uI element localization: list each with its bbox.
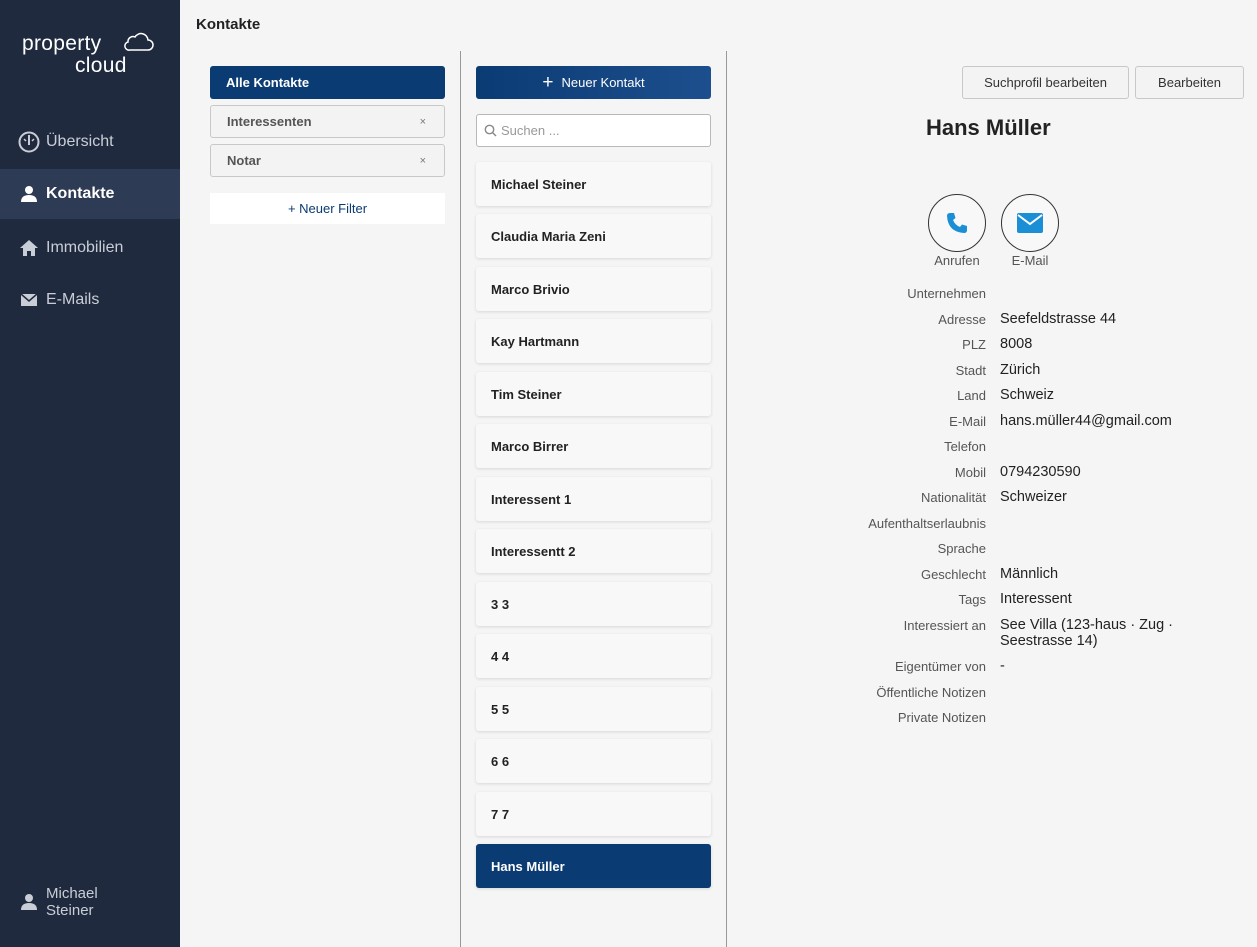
contact-name: Hans Müller — [926, 115, 1051, 140]
nav-label: E-Mails — [46, 291, 100, 308]
field-key: Eigentümer von — [894, 659, 986, 674]
field-value: Männlich — [1000, 566, 1059, 582]
field-key: Interessiert an — [903, 618, 986, 633]
field-key: Geschlecht — [920, 567, 986, 582]
contact-list-item[interactable]: 6 6 — [476, 739, 711, 783]
new-contact-button[interactable]: + Neuer Kontakt — [476, 66, 711, 99]
field-key: Private Notizen — [897, 710, 986, 725]
field-key: Sprache — [937, 541, 986, 556]
field-key: Mobil — [954, 465, 986, 480]
sidebar: property cloud Übersicht Kontakte Immobi… — [0, 0, 180, 947]
contact-list-item[interactable]: 7 7 — [476, 792, 711, 836]
field-key: E-Mail — [949, 414, 986, 429]
field-key: Land — [957, 388, 986, 403]
edit-search-profile-button[interactable]: Suchprofil bearbeiten — [962, 66, 1129, 99]
logo[interactable]: property cloud — [22, 30, 162, 78]
contact-list-item[interactable]: Interessentt 2 — [476, 529, 711, 573]
call-action[interactable]: Anrufen — [928, 194, 986, 268]
email-button[interactable] — [1001, 194, 1059, 252]
field-key: Nationalität — [920, 490, 986, 505]
contact-list-item[interactable]: Michael Steiner — [476, 162, 711, 206]
field-value: Seefeldstrasse 44 — [1000, 311, 1117, 327]
home-icon — [18, 237, 40, 259]
field-key: Unternehmen — [907, 286, 986, 301]
field-value: Schweiz — [1000, 387, 1054, 403]
contact-list-item[interactable]: Tim Steiner — [476, 372, 711, 416]
field-value: Zürich — [1000, 362, 1041, 378]
user-profile[interactable]: Michael Steiner — [18, 885, 98, 919]
nav-item-emails[interactable]: E-Mails — [0, 275, 180, 325]
plus-icon: + — [542, 72, 554, 93]
new-contact-label: Neuer Kontakt — [561, 75, 645, 90]
contact-list-item[interactable]: 3 3 — [476, 582, 711, 626]
contact-list-item[interactable]: Interessent 1 — [476, 477, 711, 521]
nav-label: Immobilien — [46, 239, 124, 256]
email-label: E-Mail — [1011, 253, 1049, 268]
filter-interessenten[interactable]: Interessenten × — [210, 105, 445, 138]
field-key: Öffentliche Notizen — [876, 685, 986, 700]
field-value: 8008 — [1000, 336, 1033, 352]
filter-label: Notar — [227, 153, 261, 168]
phone-icon — [947, 213, 967, 233]
column-divider — [460, 51, 461, 947]
remove-filter-icon[interactable]: × — [420, 116, 426, 128]
contact-list-item[interactable]: Marco Birrer — [476, 424, 711, 468]
person-icon — [18, 183, 40, 205]
contact-list-item[interactable]: Kay Hartmann — [476, 319, 711, 363]
contact-list-item[interactable]: Claudia Maria Zeni — [476, 214, 711, 258]
new-filter-button[interactable]: + Neuer Filter — [210, 193, 445, 224]
nav-label: Kontakte — [46, 185, 115, 202]
gauge-icon — [18, 131, 40, 153]
field-key: Stadt — [955, 363, 986, 378]
field-key: PLZ — [962, 337, 986, 352]
user-last-name: Steiner — [46, 902, 94, 919]
contact-list-item-selected[interactable]: Hans Müller — [476, 844, 711, 888]
email-action[interactable]: E-Mail — [1001, 194, 1059, 268]
field-key: Tags — [958, 592, 986, 607]
filter-notar[interactable]: Notar × — [210, 144, 445, 177]
user-first-name: Michael — [46, 885, 98, 902]
field-key: Telefon — [944, 439, 986, 454]
search-input[interactable] — [501, 123, 701, 138]
field-value[interactable]: hans.müller44@gmail.com — [1000, 413, 1240, 429]
filter-all-contacts[interactable]: Alle Kontakte — [210, 66, 445, 99]
filter-label: Interessenten — [227, 114, 312, 129]
field-key: Adresse — [938, 312, 986, 327]
logo-text-line2: cloud — [75, 54, 127, 77]
cloud-icon — [124, 32, 154, 51]
mail-icon — [18, 289, 40, 311]
page-title: Kontakte — [196, 16, 261, 33]
field-value: 0794230590 — [1000, 464, 1081, 480]
nav-item-kontakte[interactable]: Kontakte — [0, 169, 180, 219]
edit-button[interactable]: Bearbeiten — [1135, 66, 1244, 99]
contact-list-item[interactable]: 4 4 — [476, 634, 711, 678]
remove-filter-icon[interactable]: × — [420, 155, 426, 167]
call-button[interactable] — [928, 194, 986, 252]
logo-text-line1: property — [22, 32, 102, 55]
search-box[interactable] — [476, 114, 711, 147]
field-value: Schweizer — [1000, 489, 1067, 505]
contact-list-item[interactable]: 5 5 — [476, 687, 711, 731]
field-key: Aufenthaltserlaubnis — [868, 516, 986, 531]
field-value: - — [1000, 658, 1005, 674]
field-value[interactable]: See Villa (123-haus · Zug · Seestrasse 1… — [1000, 617, 1190, 649]
nav-item-immobilien[interactable]: Immobilien — [0, 223, 180, 273]
field-value: Interessent — [1000, 591, 1072, 607]
search-icon — [484, 124, 497, 137]
envelope-icon — [1017, 213, 1043, 233]
column-divider — [726, 51, 727, 947]
nav-label: Übersicht — [46, 133, 114, 150]
filter-label: Alle Kontakte — [226, 75, 310, 90]
person-icon — [18, 893, 40, 911]
nav-item-uebersicht[interactable]: Übersicht — [0, 117, 180, 167]
contact-list-item[interactable]: Marco Brivio — [476, 267, 711, 311]
